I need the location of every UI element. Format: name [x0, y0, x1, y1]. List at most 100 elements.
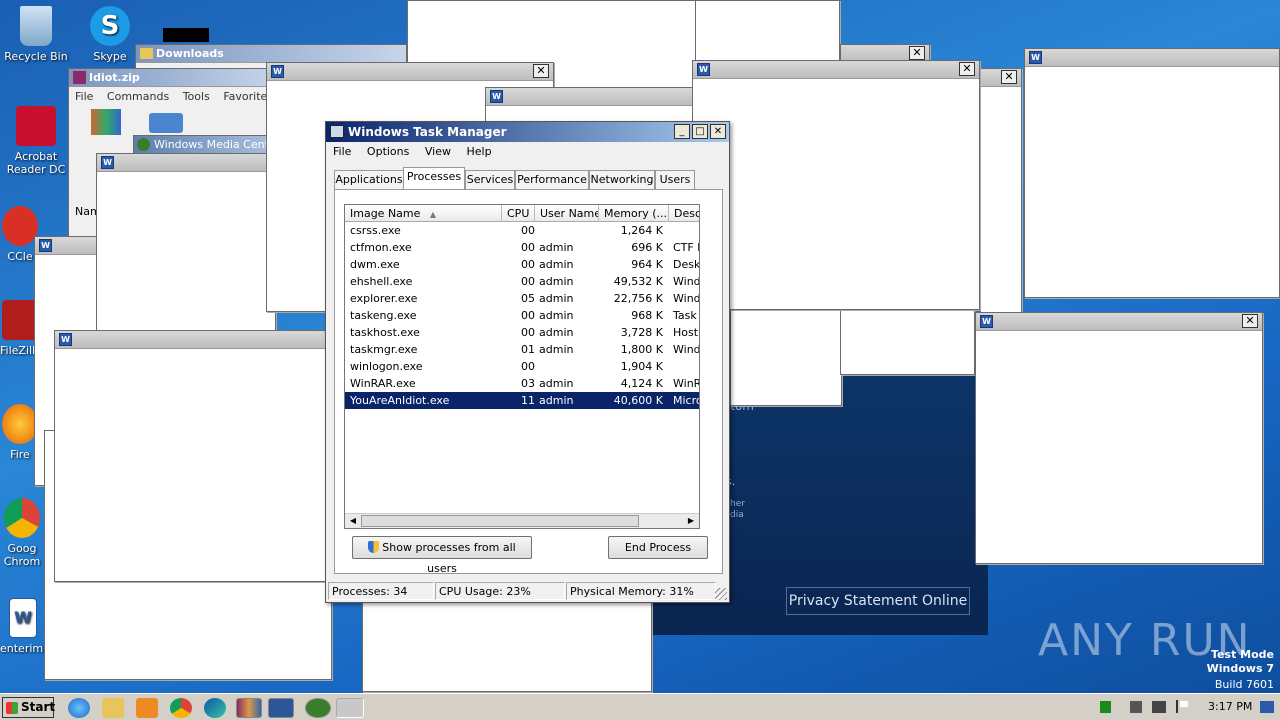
menu-help[interactable]: Help — [466, 145, 491, 158]
idiot-popup-window[interactable]: W — [1024, 48, 1280, 298]
process-row[interactable]: YouAreAnIdiot.exe 11 admin 40,600 K Micro — [345, 392, 699, 409]
file-explorer-icon[interactable] — [102, 698, 124, 718]
close-icon[interactable]: ✕ — [710, 124, 726, 139]
close-icon[interactable]: ✕ — [1001, 70, 1017, 84]
close-icon[interactable]: ✕ — [909, 46, 925, 60]
process-cpu: 00 — [521, 309, 535, 322]
clock[interactable]: 3:17 PM — [1208, 700, 1252, 713]
word-doc-icon: W — [9, 598, 37, 638]
tab-networking[interactable]: Networking — [589, 170, 655, 189]
process-row[interactable]: taskmgr.exe 01 admin 1,800 K Wind — [345, 341, 699, 358]
minimize-icon[interactable]: _ — [674, 124, 690, 139]
scroll-right-icon[interactable]: ▶ — [684, 515, 698, 527]
close-icon[interactable]: ✕ — [1242, 314, 1258, 328]
chrome-icon[interactable] — [170, 698, 192, 718]
process-row[interactable]: winlogon.exe 00 1,904 K — [345, 358, 699, 375]
idiot-popup-window[interactable]: W — [54, 330, 326, 582]
action-center-flag-icon[interactable] — [1176, 700, 1188, 713]
column-image-name[interactable]: Image Name ▲ — [345, 205, 502, 222]
idiot-popup-window[interactable] — [695, 0, 840, 62]
scroll-left-icon[interactable]: ◀ — [346, 515, 360, 527]
tab-users[interactable]: Users — [655, 170, 695, 189]
process-user: admin — [539, 275, 574, 288]
window-titlebar[interactable]: W✕ — [693, 61, 979, 79]
volume-icon[interactable] — [1130, 701, 1142, 713]
desktop-icon-word-doc[interactable]: W enterimp — [0, 598, 46, 655]
window-titlebar[interactable]: ✕ — [981, 69, 1021, 87]
task-manager-taskbar-icon[interactable] — [336, 698, 364, 718]
maximize-icon[interactable]: □ — [692, 124, 708, 139]
menu-view[interactable]: View — [425, 145, 451, 158]
privacy-statement-button[interactable]: Privacy Statement Online — [786, 587, 970, 615]
idiot-popup-window[interactable] — [840, 300, 975, 375]
process-row[interactable]: csrss.exe 00 1,264 K — [345, 222, 699, 239]
media-player-icon[interactable] — [136, 698, 158, 718]
process-row[interactable]: ehshell.exe 00 admin 49,532 K Wind — [345, 273, 699, 290]
menu-file[interactable]: File — [333, 145, 351, 158]
tab-processes[interactable]: Processes — [403, 167, 465, 189]
tab-performance[interactable]: Performance — [515, 170, 589, 189]
process-image-name: taskmgr.exe — [350, 343, 418, 356]
horizontal-scrollbar[interactable]: ◀ ▶ — [345, 513, 699, 528]
add-archive-icon[interactable] — [91, 109, 121, 135]
word-icon[interactable] — [268, 698, 294, 718]
scrollbar-thumb[interactable] — [361, 515, 639, 527]
task-manager-titlebar[interactable]: Windows Task Manager _ □ ✕ — [326, 122, 729, 142]
close-icon[interactable]: ✕ — [533, 64, 549, 78]
media-center-icon[interactable] — [305, 698, 331, 718]
resize-grip-icon[interactable] — [715, 588, 727, 600]
idiot-popup-window[interactable]: W — [96, 153, 276, 333]
display-icon[interactable] — [1152, 701, 1166, 713]
show-all-processes-button[interactable]: Show processes from all users — [352, 536, 532, 575]
window-titlebar[interactable]: Idiot.zip — [69, 69, 277, 87]
process-row[interactable]: ctfmon.exe 00 admin 696 K CTF l — [345, 239, 699, 256]
idiot-popup-window[interactable] — [362, 600, 652, 692]
start-button[interactable]: Start — [2, 697, 55, 718]
process-row[interactable]: WinRAR.exe 03 admin 4,124 K WinR — [345, 375, 699, 392]
tab-services[interactable]: Services — [465, 170, 515, 189]
idiot-popup-window[interactable]: W✕ — [975, 312, 1263, 564]
show-desktop-icon[interactable] — [1260, 701, 1274, 713]
winrar-icon[interactable] — [236, 698, 262, 718]
tab-applications[interactable]: Applications — [334, 170, 404, 189]
extract-folder-icon[interactable] — [149, 113, 183, 133]
idiot-popup-window[interactable]: W✕ — [692, 60, 980, 310]
status-physical-memory: Physical Memory: 31% — [566, 582, 716, 600]
window-titlebar[interactable]: W✕ — [267, 63, 553, 81]
window-titlebar[interactable]: W — [55, 331, 325, 349]
word-doc-icon: W — [271, 65, 284, 78]
menu-options[interactable]: Options — [367, 145, 409, 158]
close-icon[interactable]: ✕ — [959, 62, 975, 76]
process-description: Wind — [673, 343, 700, 356]
window-titlebar[interactable]: W — [97, 154, 275, 172]
menu-item[interactable]: File — [75, 90, 93, 103]
column-user-name[interactable]: User Name — [535, 205, 599, 222]
internet-explorer-icon[interactable] — [68, 698, 90, 718]
task-manager-window[interactable]: Windows Task Manager _ □ ✕ File Options … — [325, 121, 730, 603]
process-row[interactable]: taskhost.exe 00 admin 3,728 K Host — [345, 324, 699, 341]
window-titlebar[interactable]: Windows Media Cent — [134, 136, 272, 154]
desktop-icon-recycle-bin[interactable]: Recycle Bin — [0, 6, 72, 63]
menu-item[interactable]: Tools — [183, 90, 210, 103]
idiot-popup-window[interactable] — [730, 300, 842, 406]
column-memory[interactable]: Memory (... — [599, 205, 669, 222]
media-center-window[interactable]: Windows Media Cent — [133, 135, 273, 154]
window-titlebar[interactable]: Downloads — [136, 45, 406, 63]
column-description[interactable]: Desc — [669, 205, 699, 222]
uac-shield-icon — [368, 541, 380, 553]
column-cpu[interactable]: CPU — [502, 205, 535, 222]
window-titlebar[interactable]: W — [1025, 49, 1279, 67]
process-row[interactable]: dwm.exe 00 admin 964 K Desk — [345, 256, 699, 273]
idiot-popup-window[interactable]: ✕ — [980, 68, 1022, 318]
window-titlebar[interactable]: W✕ — [976, 313, 1262, 331]
network-icon[interactable] — [1100, 701, 1111, 713]
process-row[interactable]: taskeng.exe 00 admin 968 K Task — [345, 307, 699, 324]
end-process-button[interactable]: End Process — [608, 536, 708, 559]
process-row[interactable]: explorer.exe 05 admin 22,756 K Wind — [345, 290, 699, 307]
process-list[interactable]: Image Name ▲ CPU User Name Memory (... D… — [344, 204, 700, 529]
menu-item[interactable]: Commands — [107, 90, 169, 103]
process-image-name: taskeng.exe — [350, 309, 417, 322]
desktop-icon-chrome[interactable]: Goog Chrom — [0, 498, 44, 568]
edge-icon[interactable] — [204, 698, 226, 718]
desktop-icon-acrobat[interactable]: Acrobat Reader DC — [0, 106, 72, 176]
